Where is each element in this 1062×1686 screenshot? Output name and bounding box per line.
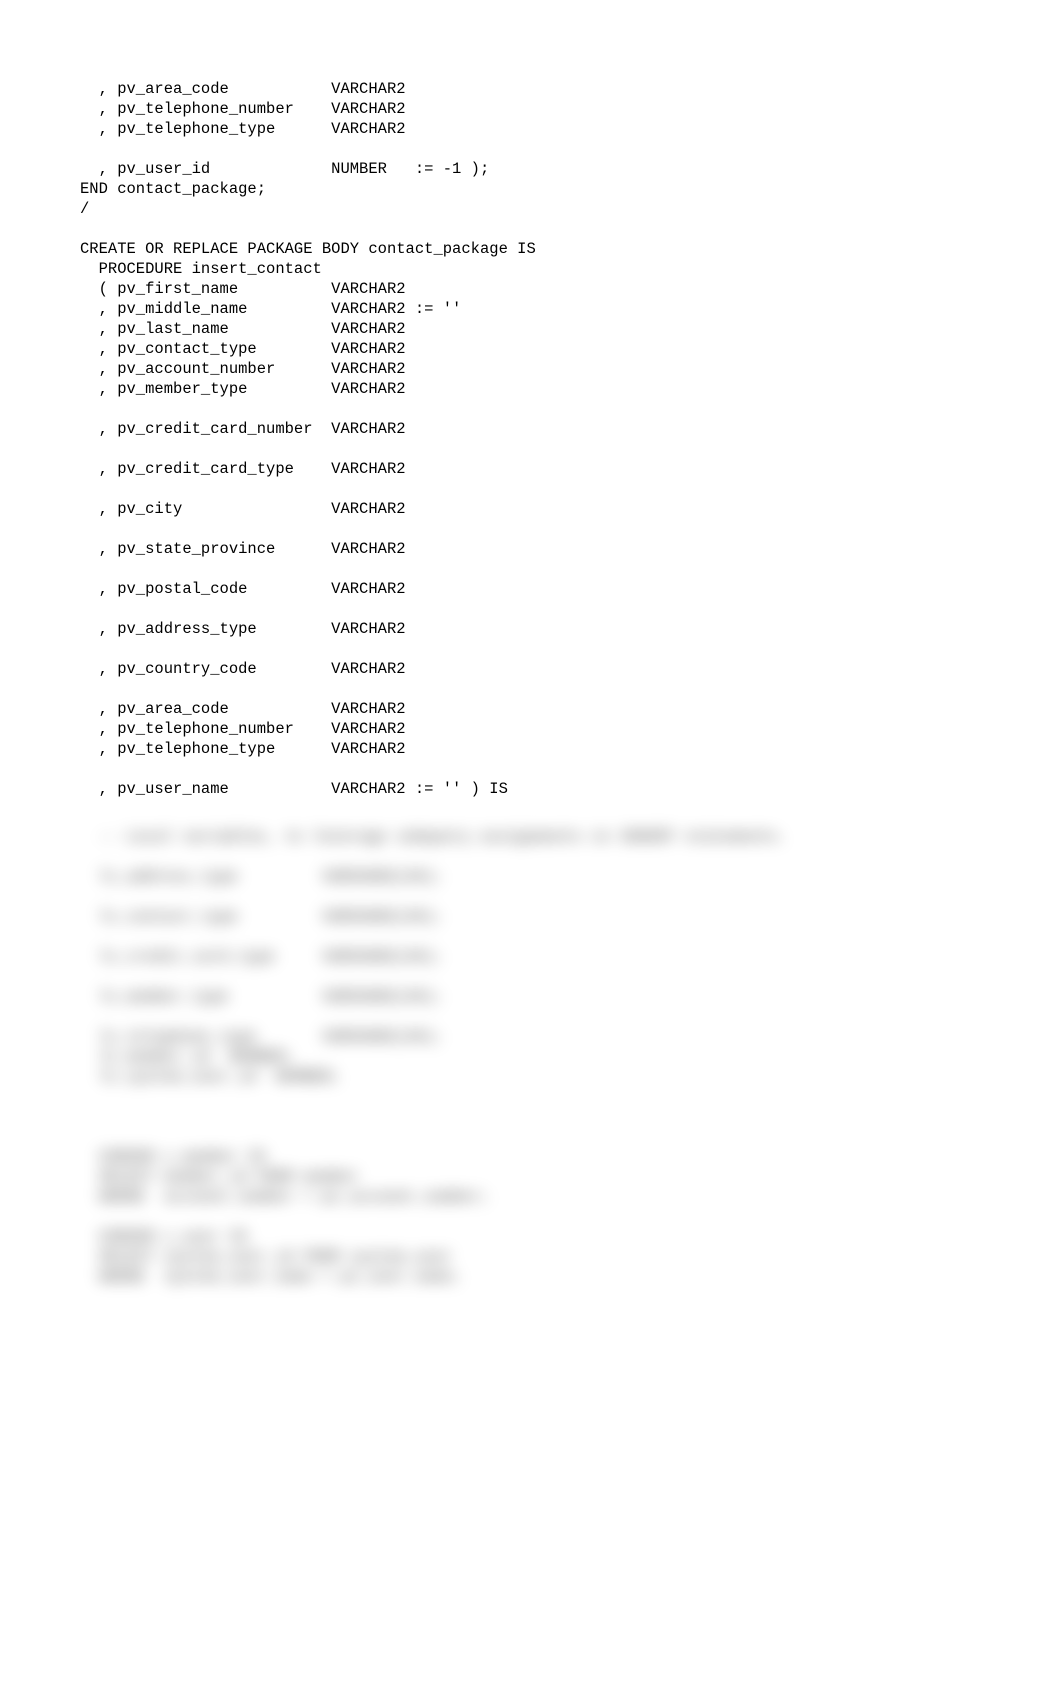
code-line: , pv_telephone_type VARCHAR2 (80, 740, 1002, 760)
blurred-line: lv_address_type VARCHAR2(30); (80, 868, 1002, 888)
blurred-line: lv_telephone_type VARCHAR2(30); (80, 1028, 1002, 1048)
code-line (80, 520, 1002, 540)
code-line: , pv_last_name VARCHAR2 (80, 320, 1002, 340)
code-line: , pv_telephone_number VARCHAR2 (80, 720, 1002, 740)
blurred-line (80, 1208, 1002, 1228)
code-line: , pv_user_name VARCHAR2 := '' ) IS (80, 780, 1002, 800)
code-line (80, 760, 1002, 780)
code-line: / (80, 200, 1002, 220)
blurred-line (80, 848, 1002, 868)
code-line (80, 140, 1002, 160)
code-line: END contact_package; (80, 180, 1002, 200)
code-block: , pv_area_code VARCHAR2 , pv_telephone_n… (80, 80, 1002, 820)
code-line (80, 560, 1002, 580)
code-line: , pv_area_code VARCHAR2 (80, 700, 1002, 720)
code-line: , pv_postal_code VARCHAR2 (80, 580, 1002, 600)
code-line: , pv_telephone_number VARCHAR2 (80, 100, 1002, 120)
blurred-line: lv_contact_type VARCHAR2(30); (80, 908, 1002, 928)
code-line: , pv_credit_card_number VARCHAR2 (80, 420, 1002, 440)
code-line (80, 480, 1002, 500)
blurred-line: lv_member_type VARCHAR2(30); (80, 988, 1002, 1008)
blurred-line (80, 1128, 1002, 1148)
code-line: , pv_address_type VARCHAR2 (80, 620, 1002, 640)
code-line: , pv_credit_card_type VARCHAR2 (80, 460, 1002, 480)
blurred-line (80, 1088, 1002, 1108)
code-line (80, 680, 1002, 700)
code-line (80, 440, 1002, 460)
blurred-line: lv_credit_card_type VARCHAR2(30); (80, 948, 1002, 968)
blurred-line: lv_member_id NUMBER; (80, 1048, 1002, 1068)
blurred-line (80, 928, 1002, 948)
document-page: , pv_area_code VARCHAR2 , pv_telephone_n… (0, 0, 1062, 1328)
code-line: , pv_member_type VARCHAR2 (80, 380, 1002, 400)
blurred-line: SELECT system_user_id FROM system_user (80, 1248, 1002, 1268)
blurred-code-section: -- Local variables, to leverage subquery… (80, 828, 1002, 1288)
blurred-line: WHERE account_number = pv_account_number… (80, 1188, 1002, 1208)
code-line (80, 800, 1002, 820)
code-line: , pv_account_number VARCHAR2 (80, 360, 1002, 380)
blurred-line: -- Local variables, to leverage subquery… (80, 828, 1002, 848)
code-line: , pv_area_code VARCHAR2 (80, 80, 1002, 100)
code-line (80, 400, 1002, 420)
code-line (80, 640, 1002, 660)
code-line (80, 600, 1002, 620)
code-line: , pv_city VARCHAR2 (80, 500, 1002, 520)
code-line: , pv_state_province VARCHAR2 (80, 540, 1002, 560)
code-line: , pv_country_code VARCHAR2 (80, 660, 1002, 680)
blurred-line (80, 1008, 1002, 1028)
code-line: , pv_middle_name VARCHAR2 := '' (80, 300, 1002, 320)
code-line: , pv_telephone_type VARCHAR2 (80, 120, 1002, 140)
blurred-line (80, 968, 1002, 988)
blurred-line: SELECT member_id FROM member (80, 1168, 1002, 1188)
code-line: CREATE OR REPLACE PACKAGE BODY contact_p… (80, 240, 1002, 260)
blurred-line: CURSOR c_user IS (80, 1228, 1002, 1248)
blurred-line: CURSOR c_member IS (80, 1148, 1002, 1168)
code-line: ( pv_first_name VARCHAR2 (80, 280, 1002, 300)
blurred-line (80, 1108, 1002, 1128)
code-line: , pv_contact_type VARCHAR2 (80, 340, 1002, 360)
blurred-line: lv_system_user_id NUMBER; (80, 1068, 1002, 1088)
code-line: PROCEDURE insert_contact (80, 260, 1002, 280)
blurred-line: WHERE system_user_name = pv_user_name; (80, 1268, 1002, 1288)
code-line: , pv_user_id NUMBER := -1 ); (80, 160, 1002, 180)
blurred-line (80, 888, 1002, 908)
code-line (80, 220, 1002, 240)
